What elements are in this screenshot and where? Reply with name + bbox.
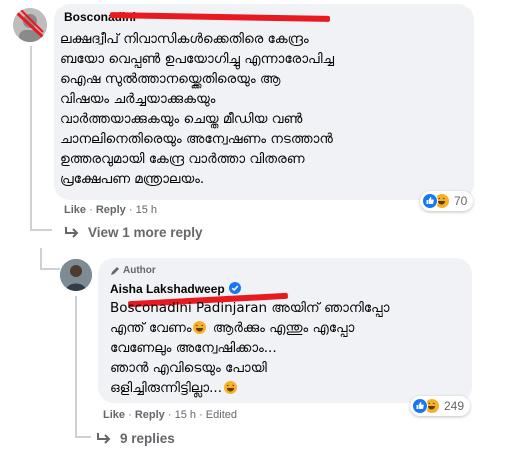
comment-line: ബയോ വെപ്പൺ ഉപയോഗിച്ചു എന്നാരോപിച്ച [60,51,335,67]
reply-line: വേണേലും അന്വേഷിക്കാം... [110,340,277,356]
reply-reactions[interactable]: 249 [410,396,471,416]
reply-arrow-icon [65,226,79,238]
thread-line-curve [30,229,52,231]
edited-label: Edited [205,409,237,421]
reply-line-segment: എന്ത് വേണം [110,320,192,336]
view-more-label: View 1 more reply [88,225,203,240]
reply-line-segment: ആർക്കും എന്തും എപ്പോ [208,320,355,336]
comment-actions: Like · Reply · 15 h [64,204,157,216]
reply-time[interactable]: 15 h [175,409,196,421]
like-icon [422,193,438,209]
comment-text: ലക്ഷദ്വീപ് നിവാസികൾക്കെതിരെ കേന്ദ്രം ബയോ… [60,29,334,189]
verified-icon [228,282,241,294]
avatar-image [60,259,92,291]
reply-button[interactable]: Reply [135,409,165,421]
reaction-count: 249 [444,399,465,413]
comment-reactions[interactable]: 70 [420,191,474,211]
separator: · [128,409,132,421]
like-icon [412,398,428,414]
pencil-icon [111,266,119,275]
reply-author: Aisha Lakshadweep [110,282,225,296]
avatar-image [13,8,47,42]
comment-line: പ്രക്ഷേപണ മന്ത്രാലയം. [60,171,205,187]
comment-line: ഉത്തരവുമായി കേന്ദ്ര വാർത്താ വിതരണ [60,151,305,167]
separator: · [167,409,172,421]
reply-line-6: ഒളിച്ചിരുന്നിട്ടില്ലാ... [110,378,389,398]
reply-author-name[interactable]: Aisha Lakshadweep [110,282,241,296]
like-button[interactable]: Like [103,409,125,421]
comment-line: വാർത്തയാക്കുകയും ചെയ്ത മീഡിയ വൺ [60,111,303,127]
like-button[interactable]: Like [64,204,86,216]
laughing-emoji-icon [224,381,237,394]
reaction-count: 70 [454,194,468,208]
comment-line: ലക്ഷദ്വീപ് നിവാസികൾക്കെതിരെ കേന്ദ്രം [60,31,309,47]
author-badge-label: Author [123,265,156,276]
author-redaction [109,12,331,22]
laughing-emoji-icon [193,321,207,334]
reply-bubble: Author Aisha Lakshadweep Bosconadini Pad… [98,258,472,403]
reply-text: Bosconadini Padinjaran അയിന് ഞാനിപ്പോ എന… [110,298,389,398]
separator: · [89,204,93,216]
reply-line: Bosconadini Padinjaran അയിന് ഞാനിപ്പോ [110,300,390,316]
reply-arrow-icon [97,432,111,444]
replies-link[interactable]: 9 replies [96,431,175,446]
thread-line-reply-curve [75,436,91,438]
comment-time[interactable]: 15 h [136,204,157,216]
thread-line-reply [75,296,77,436]
thread-line-reply-stub [40,268,60,270]
comment-line: ഐഷ സുൽത്താനയ്ക്കെതിരെയും ആ [60,71,281,87]
reply-author-avatar[interactable] [60,259,92,291]
thread-line-reply-branch [40,248,42,270]
view-more-replies[interactable]: View 1 more reply [64,225,203,240]
reply-line-2: എന്ത് വേണം ആർക്കും എന്തും എപ്പോ [110,318,389,338]
author-badge: Author [110,265,156,276]
reply-line: ഞാൻ എവിടെയും പോയി [110,360,267,376]
reply-actions: Like · Reply · 15 h · Edited [103,409,237,421]
reply-line-segment: ഒളിച്ചിരുന്നിട്ടില്ലാ... [110,380,222,396]
replies-label: 9 replies [120,431,175,446]
reply-button[interactable]: Reply [96,204,126,216]
comment-bubble: Bosconadini ലക്ഷദ്വീപ് നിവാസികൾക്കെതിരെ … [54,4,474,200]
separator: · [199,409,203,421]
separator: · [128,204,133,216]
comment-line: ചാനലിനെതിരെയും അന്വേഷണം നടത്താൻ [60,131,333,147]
thread-line-main [30,46,32,231]
comment-line: വിഷയം ചർച്ചയാക്കുകയും [60,91,216,107]
commenter-avatar[interactable] [13,8,47,42]
